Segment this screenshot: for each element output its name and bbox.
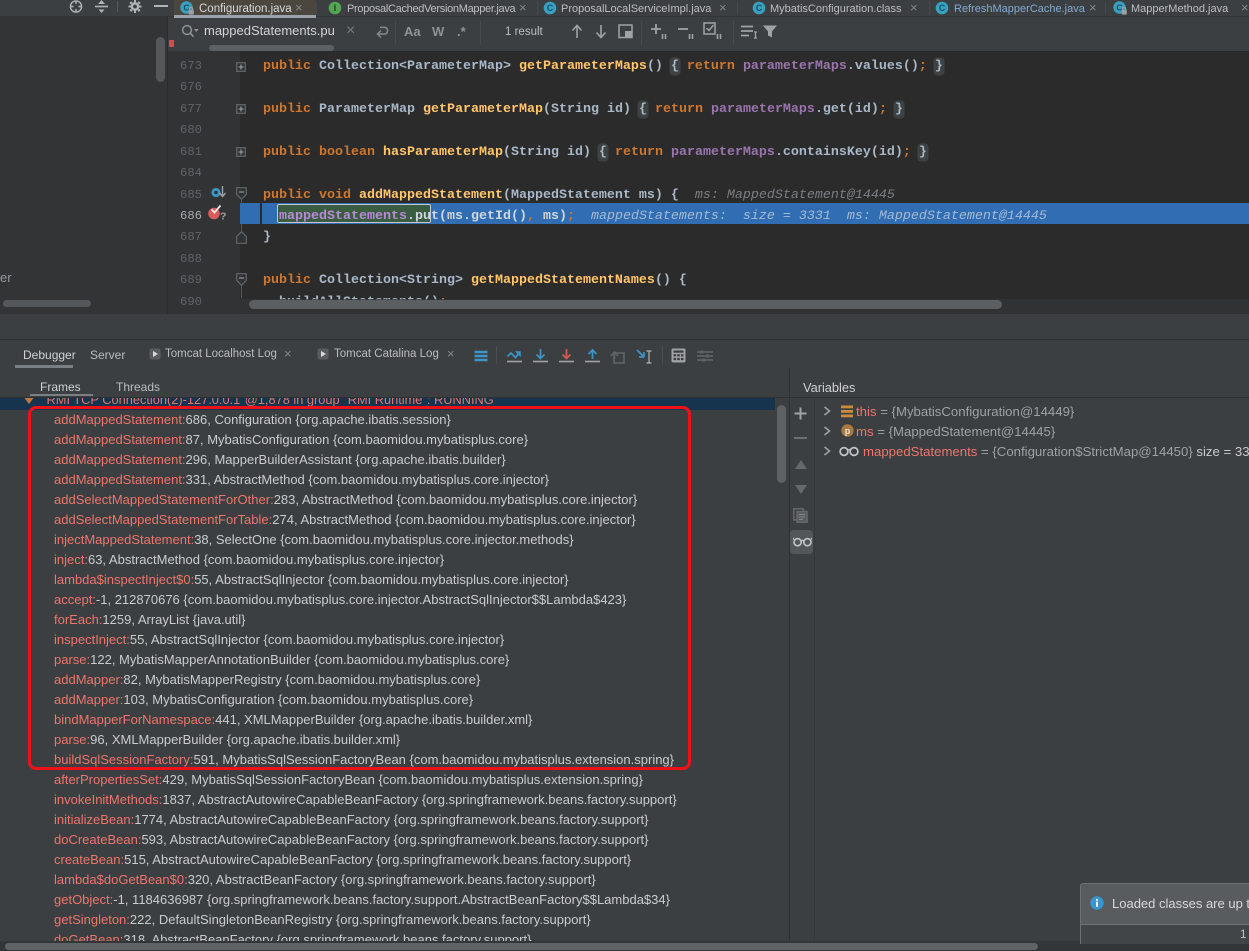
svg-text:C: C xyxy=(756,3,763,13)
svg-text:C: C xyxy=(939,3,946,13)
svg-text:I: I xyxy=(334,3,336,13)
svg-text:p: p xyxy=(845,426,851,436)
svg-text:?: ? xyxy=(220,211,226,223)
svg-text:C: C xyxy=(547,3,554,13)
